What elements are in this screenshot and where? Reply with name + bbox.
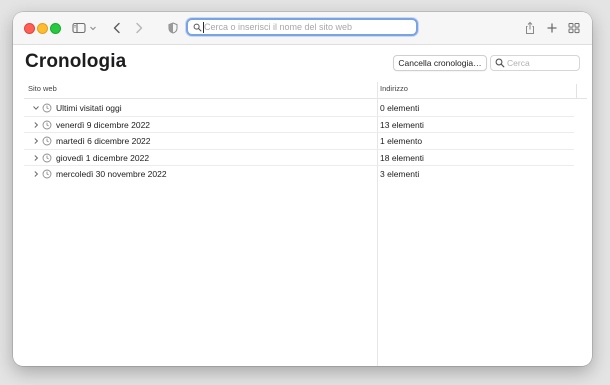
clock-icon [42, 169, 52, 179]
chevron-down-icon[interactable] [32, 104, 40, 112]
clock-icon [42, 153, 52, 162]
history-row[interactable]: venerdì 9 dicembre 2022 13 elementi [24, 117, 574, 133]
history-row-label: martedì 6 dicembre 2022 [56, 136, 151, 146]
zoom-window-button[interactable] [50, 23, 61, 34]
history-row-count: 3 elementi [380, 169, 420, 179]
share-icon[interactable] [522, 20, 538, 36]
column-divider [576, 84, 577, 98]
clock-icon [42, 120, 52, 129]
column-header-address[interactable]: Indirizzo [380, 84, 408, 98]
minimize-window-button[interactable] [37, 23, 48, 34]
chevron-left-icon[interactable] [109, 20, 125, 36]
chevron-right-icon[interactable] [32, 170, 40, 178]
search-icon [193, 23, 202, 32]
tab-overview-icon[interactable] [566, 20, 582, 36]
clock-icon [42, 136, 52, 146]
chevron-right-icon[interactable] [131, 20, 147, 36]
toolbar [13, 12, 592, 45]
history-row-count: 13 elementi [380, 119, 424, 130]
close-window-button[interactable] [24, 23, 35, 34]
chevron-down-icon[interactable] [89, 20, 97, 36]
shield-icon[interactable] [165, 20, 181, 36]
browser-window: Cronologia Cancella cronologia… Sito web… [13, 12, 592, 366]
history-row[interactable]: mercoledì 30 novembre 2022 3 elementi [24, 166, 574, 183]
history-row-label: venerdì 9 dicembre 2022 [56, 119, 151, 130]
history-row-count: 0 elementi [380, 103, 420, 113]
column-header-website[interactable]: Sito web [28, 84, 57, 98]
chevron-right-icon[interactable] [32, 154, 40, 162]
address-input[interactable] [204, 20, 412, 34]
history-row[interactable]: giovedì 1 dicembre 2022 18 elementi [24, 150, 574, 166]
sidebar-icon[interactable] [71, 20, 87, 36]
header-divider [24, 98, 587, 99]
history-row-label: giovedì 1 dicembre 2022 [56, 152, 150, 163]
chevron-right-icon[interactable] [32, 121, 40, 129]
history-row-label: Ultimi visitati oggi [56, 103, 122, 113]
address-bar[interactable] [186, 18, 418, 36]
history-row[interactable]: Ultimi visitati oggi 0 elementi [24, 100, 574, 117]
history-search-input[interactable] [507, 56, 575, 70]
clock-icon [42, 103, 52, 113]
history-row-label: mercoledì 30 novembre 2022 [56, 169, 167, 179]
history-row-count: 18 elementi [380, 152, 424, 163]
history-row[interactable]: martedì 6 dicembre 2022 1 elemento [24, 133, 574, 150]
search-icon [495, 58, 505, 68]
plus-icon[interactable] [544, 20, 560, 36]
history-row-count: 1 elemento [380, 136, 423, 146]
chevron-right-icon[interactable] [32, 137, 40, 145]
page-title: Cronologia [25, 51, 127, 72]
history-search[interactable] [490, 55, 580, 71]
clear-history-button[interactable]: Cancella cronologia… [393, 55, 487, 71]
